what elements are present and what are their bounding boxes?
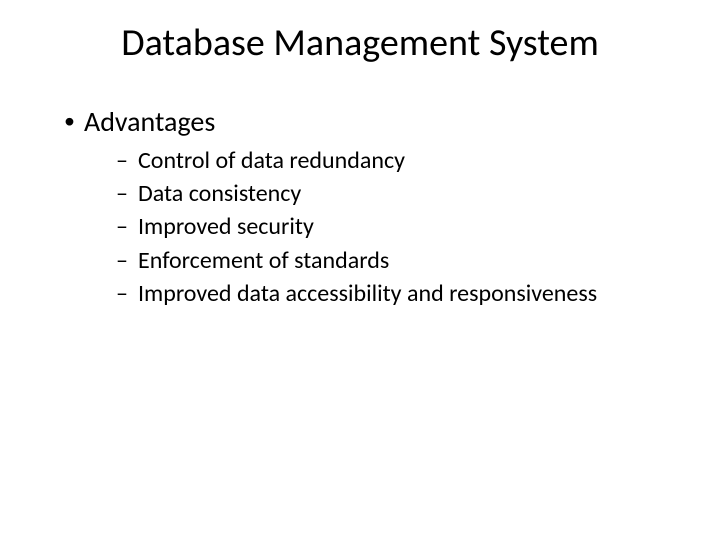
list-item: Improved data accessibility and responsi… xyxy=(116,278,670,309)
list-item: Control of data redundancy xyxy=(116,145,670,176)
list-item: Enforcement of standards xyxy=(116,245,670,276)
list-item: Data consistency xyxy=(116,178,670,209)
bullet-list-level1: Advantages Control of data redundancy Da… xyxy=(50,104,670,309)
list-item: Advantages Control of data redundancy Da… xyxy=(60,104,670,309)
list-item: Improved security xyxy=(116,211,670,242)
bullet-list-level2: Control of data redundancy Data consiste… xyxy=(84,145,670,309)
slide-title: Database Management System xyxy=(50,20,670,66)
level1-label: Advantages xyxy=(84,104,215,139)
